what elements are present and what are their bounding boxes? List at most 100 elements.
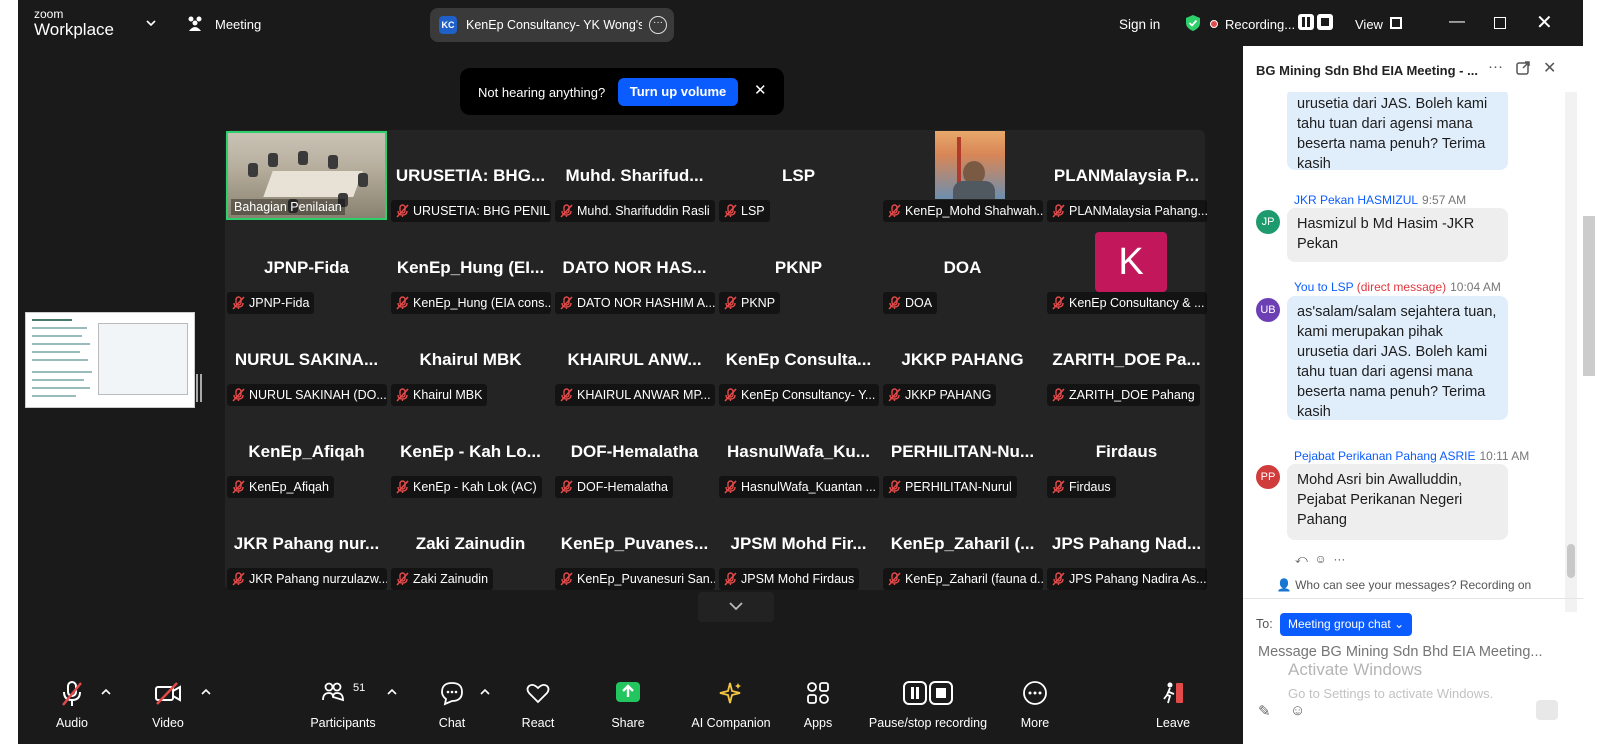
shield-check-icon[interactable] — [1184, 14, 1202, 32]
participant-name: LSP — [781, 166, 816, 185]
mic-muted-icon — [62, 681, 82, 706]
stop-recording-icon[interactable] — [1317, 14, 1333, 30]
format-icon[interactable]: ✎ — [1258, 702, 1271, 720]
leave-button[interactable]: Leave — [1151, 676, 1195, 732]
resize-handle[interactable] — [196, 374, 202, 402]
participant-tile[interactable]: KHAIRUL ANW... KHAIRUL ANWAR MP... — [553, 314, 716, 406]
participant-label-text: JPSM Mohd Firdaus — [741, 572, 855, 586]
chevron-up-icon[interactable] — [200, 686, 212, 698]
participant-tile[interactable]: Zaki Zainudin Zaki Zainudin — [389, 498, 552, 590]
page-scrollbar[interactable] — [1583, 216, 1595, 376]
participant-tile[interactable]: JPNP-Fida JPNP-Fida — [225, 222, 388, 314]
chevron-up-icon[interactable] — [100, 686, 112, 698]
close-icon[interactable]: ✕ — [1536, 10, 1553, 35]
participant-tile[interactable]: DATO NOR HAS... DATO NOR HASHIM A... — [553, 222, 716, 314]
participant-tile[interactable]: K KenEp Consultancy & ... — [1045, 222, 1208, 314]
more-dots-icon[interactable]: ··· — [1333, 552, 1345, 566]
more-button[interactable]: More — [1013, 676, 1057, 732]
view-button[interactable]: View — [1355, 17, 1383, 32]
participant-tile[interactable]: DOA DOA — [881, 222, 1044, 314]
participant-tile[interactable]: JKKP PAHANG JKKP PAHANG — [881, 314, 1044, 406]
participant-photo — [935, 131, 1005, 199]
meeting-label[interactable]: Meeting — [215, 17, 261, 32]
participant-tile[interactable]: HasnulWafa_Ku... HasnulWafa_Kuantan ... — [717, 406, 880, 498]
apps-button[interactable]: Apps — [796, 676, 840, 732]
participant-tile[interactable]: PERHILITAN-Nu... PERHILITAN-Nurul — [881, 406, 1044, 498]
recipient-dropdown[interactable]: Meeting group chat ⌄ — [1280, 613, 1413, 636]
participant-tile[interactable]: JPSM Mohd Fir... JPSM Mohd Firdaus — [717, 498, 880, 590]
participant-tile[interactable]: JPS Pahang Nad... JPS Pahang Nadira As... — [1045, 498, 1208, 590]
participant-tile[interactable]: KenEp_Mohd Shahwah... — [881, 130, 1044, 222]
window-left-edge — [0, 0, 18, 748]
participant-label-text: ZARITH_DOE Pahang — [1069, 388, 1195, 402]
participant-tile[interactable]: LSP LSP — [717, 130, 880, 222]
pause-stop-label: Pause/stop recording — [868, 716, 988, 730]
chevron-up-icon[interactable] — [479, 686, 491, 698]
participant-tile[interactable]: PLANMalaysia P... PLANMalaysia Pahang... — [1045, 130, 1208, 222]
participant-tile[interactable]: KenEp Consulta... KenEp Consultancy- Y... — [717, 314, 880, 406]
emoji-icon[interactable]: ☺ — [1290, 702, 1305, 719]
emoji-react-icon[interactable]: ☺ — [1315, 552, 1327, 566]
chevron-up-icon[interactable] — [386, 686, 398, 698]
sender-name[interactable]: Pejabat Perikanan Pahang ASRIE — [1294, 449, 1475, 463]
participant-tile[interactable]: Firdaus Firdaus — [1045, 406, 1208, 498]
more-dots-icon[interactable]: ··· — [649, 16, 667, 34]
chat-scrollbar[interactable] — [1565, 92, 1577, 612]
chevron-down-icon[interactable] — [144, 16, 158, 30]
minimize-icon[interactable]: — — [1447, 13, 1467, 31]
chat-button[interactable]: Chat — [430, 676, 474, 732]
participant-label-text: JKR Pahang nurzulazw... — [249, 572, 387, 586]
participants-button[interactable]: 51 Participants — [303, 676, 383, 732]
banner-close-icon[interactable]: ✕ — [754, 81, 767, 99]
participant-tile[interactable]: Khairul MBK Khairul MBK — [389, 314, 552, 406]
sender-you: You to — [1294, 280, 1328, 294]
zoom-logo[interactable]: zoom Workplace — [34, 8, 114, 38]
react-button[interactable]: React — [516, 676, 560, 732]
sender-name[interactable]: JKR Pekan HASMIZUL — [1294, 193, 1418, 207]
video-button[interactable]: Video — [146, 676, 190, 732]
participant-label-text: KenEp_Hung (EIA cons... — [413, 296, 551, 310]
send-button[interactable] — [1536, 700, 1558, 720]
thumb-line — [32, 335, 82, 337]
participant-tile[interactable]: Muhd. Sharifud... Muhd. Sharifuddin Rasli — [553, 130, 716, 222]
pause-recording-icon[interactable] — [1298, 14, 1314, 30]
divider — [1243, 598, 1583, 599]
recipient-link[interactable]: LSP — [1331, 280, 1353, 294]
audio-button[interactable]: Audio — [50, 676, 94, 732]
avatar: UB — [1256, 298, 1280, 322]
share-button[interactable]: Share — [606, 676, 650, 732]
meeting-info-chip[interactable]: KC KenEp Consultancy- YK Wong's s ··· — [430, 8, 674, 42]
more-dots-icon[interactable]: ··· — [1488, 58, 1503, 75]
participant-tile[interactable]: Bahagian Penilaian — [225, 130, 388, 222]
privacy-notice[interactable]: 👤 Who can see your messages? Recording o… — [1243, 578, 1565, 592]
thumb-line — [32, 319, 72, 321]
close-chat-icon[interactable]: ✕ — [1543, 58, 1556, 78]
participant-tile[interactable]: KenEp_Afiqah KenEp_Afiqah — [225, 406, 388, 498]
pause-stop-recording-button[interactable]: Pause/stop recording — [863, 676, 993, 732]
pop-out-icon[interactable] — [1515, 60, 1531, 76]
participant-label: KenEp - Kah Lok (AC) — [391, 476, 542, 498]
participant-tile[interactable]: NURUL SAKINA... NURUL SAKINAH (DO... — [225, 314, 388, 406]
participant-tile[interactable]: JKR Pahang nur... JKR Pahang nurzulazw... — [225, 498, 388, 590]
participant-tile[interactable]: PKNP PKNP — [717, 222, 880, 314]
mic-muted-icon — [724, 572, 737, 586]
thumb-line — [32, 327, 87, 329]
participant-tile[interactable]: KenEp - Kah Lo... KenEp - Kah Lok (AC) — [389, 406, 552, 498]
turn-up-volume-button[interactable]: Turn up volume — [618, 78, 738, 106]
participant-tile[interactable]: KenEp_Puvanes... KenEp_Puvanesuri San... — [553, 498, 716, 590]
scroll-thumb[interactable] — [1567, 544, 1575, 578]
participant-tile[interactable]: ZARITH_DOE Pa... ZARITH_DOE Pahang — [1045, 314, 1208, 406]
sign-in-link[interactable]: Sign in — [1119, 17, 1160, 32]
participant-tile[interactable]: URUSETIA: BHG... URUSETIA: BHG PENIL... — [389, 130, 552, 222]
banner-message: Not hearing anything? — [478, 85, 606, 100]
reply-icon[interactable]: ⤺ — [1295, 552, 1308, 566]
participant-tile[interactable]: DOF-Hemalatha DOF-Hemalatha — [553, 406, 716, 498]
message-input[interactable] — [1258, 644, 1563, 660]
gallery-expand-button[interactable] — [698, 592, 774, 622]
ai-companion-button[interactable]: AI Companion — [686, 676, 776, 732]
shared-screen-thumbnail[interactable] — [25, 312, 195, 408]
maximize-icon[interactable] — [1494, 17, 1506, 29]
participant-tile[interactable]: KenEp_Zaharil (... KenEp_Zaharil (fauna d… — [881, 498, 1044, 590]
participant-tile[interactable]: KenEp_Hung (EI... KenEp_Hung (EIA cons... — [389, 222, 552, 314]
grid-view-icon[interactable] — [1390, 17, 1402, 29]
